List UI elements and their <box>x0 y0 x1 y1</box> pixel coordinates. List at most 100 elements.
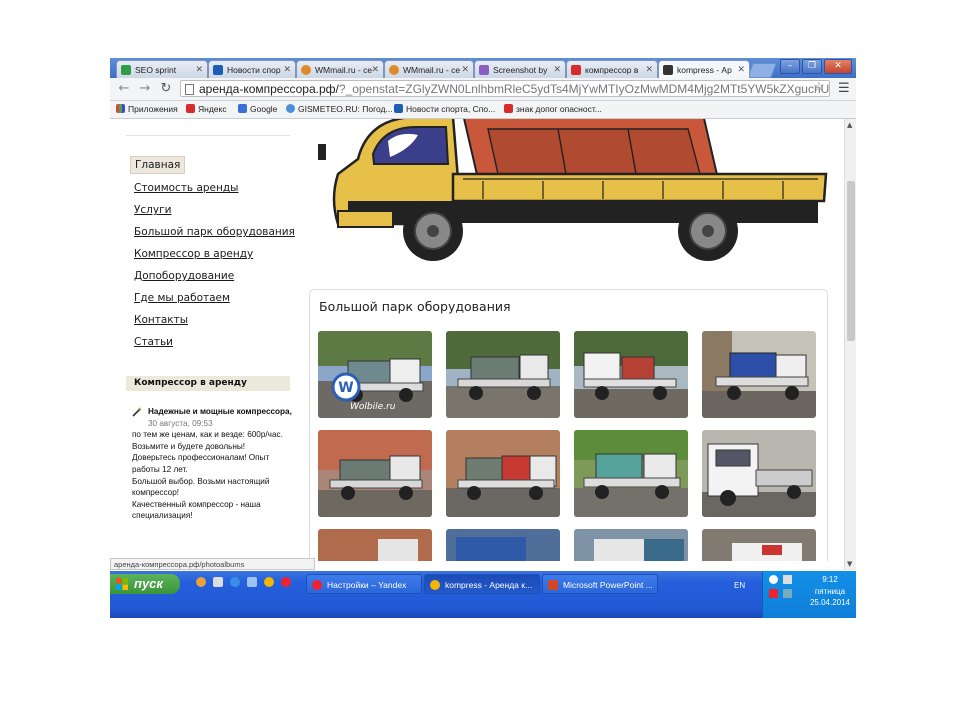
chrome-icon <box>430 580 440 590</box>
menu-item-extra-equipment[interactable]: Допоборудование <box>134 268 296 284</box>
yandex-icon <box>186 104 195 113</box>
clock[interactable]: 9:12 пятница 25.04.2014 <box>803 574 856 609</box>
bookmark-znak[interactable]: знак допог опасност... <box>504 104 602 114</box>
powerpoint-icon <box>548 580 558 590</box>
gallery-photo[interactable] <box>574 331 688 418</box>
close-tab-icon[interactable]: ✕ <box>195 64 203 75</box>
bookmark-star-icon[interactable]: ☆ <box>813 80 825 95</box>
tab-kompress-active[interactable]: kompress - Ар ✕ <box>658 60 750 78</box>
forward-arrow-icon[interactable]: → <box>137 81 153 97</box>
back-arrow-icon[interactable]: ← <box>116 81 132 97</box>
gallery-photo[interactable]: W Wolbile.ru <box>318 331 432 418</box>
task-label: Microsoft PowerPoint ... <box>563 580 653 590</box>
close-tab-icon[interactable]: ✕ <box>553 64 561 75</box>
close-tab-icon[interactable]: ✕ <box>283 64 291 75</box>
language-indicator[interactable]: EN <box>734 581 745 590</box>
close-tab-icon[interactable]: ✕ <box>645 64 653 75</box>
minimize-button[interactable]: – <box>780 59 800 74</box>
yandex-icon <box>504 104 513 113</box>
tab-kompressor[interactable]: компрессор в ✕ <box>566 60 658 78</box>
menu-item-equipment-fleet[interactable]: Большой парк оборудования <box>134 224 296 240</box>
equipment-gallery: Большой парк оборудования W Wolbile.ru <box>309 289 828 561</box>
reload-icon[interactable]: ↻ <box>158 81 174 97</box>
bookmark-sport-news[interactable]: Новости спорта, Спо... <box>394 104 495 114</box>
scroll-up-icon[interactable]: ▲ <box>847 121 852 129</box>
bookmark-google[interactable]: Google <box>238 104 277 114</box>
pen-icon <box>663 65 673 75</box>
news-line: Качественный компрессор - наша <box>132 499 261 509</box>
gallery-photo[interactable] <box>318 529 432 561</box>
address-host: аренда-компрессора.рф/ <box>199 82 339 96</box>
clock-date: 25.04.2014 <box>809 598 851 607</box>
gallery-photo[interactable] <box>574 430 688 517</box>
close-window-button[interactable]: ✕ <box>824 59 852 74</box>
taskbar-item-chrome[interactable]: kompress - Аренда к... <box>424 574 540 594</box>
tab-wmmail-2[interactable]: WMmail.ru - се ✕ <box>384 60 474 78</box>
gallery-photo[interactable] <box>574 529 688 561</box>
gallery-photo[interactable] <box>446 331 560 418</box>
news-item: Надежные и мощные компрессора, 30 август… <box>132 406 292 522</box>
quicklaunch-desktop-icon[interactable] <box>247 577 257 587</box>
quicklaunch-yandex-icon[interactable] <box>281 577 291 587</box>
bookmark-yandex[interactable]: Яндекс <box>186 104 227 114</box>
tab-seo-sprint[interactable]: SEO sprint ✕ <box>116 60 208 78</box>
close-tab-icon[interactable]: ✕ <box>461 64 469 75</box>
seosprint-icon <box>121 65 131 75</box>
close-tab-icon[interactable]: ✕ <box>371 64 379 75</box>
watermark-logo: W <box>338 380 353 396</box>
taskbar-item-powerpoint[interactable]: Microsoft PowerPoint ... <box>542 574 658 594</box>
menu-item-where-we-work[interactable]: Где мы работаем <box>134 290 296 306</box>
new-tab-button[interactable] <box>747 63 777 78</box>
bookmark-label: знак допог опасност... <box>516 104 602 114</box>
quicklaunch-media-icon[interactable] <box>213 577 223 587</box>
browser-toolbar: ← → ↻ аренда-компрессора.рф/?_openstat=Z… <box>110 78 856 101</box>
bookmark-apps[interactable]: Приложения <box>116 104 178 114</box>
pen-icon <box>132 407 142 417</box>
tray-antivirus-icon[interactable] <box>769 589 778 598</box>
gallery-photo[interactable] <box>702 430 816 517</box>
menu-item-articles[interactable]: Статьи <box>134 334 296 350</box>
bookmarks-bar: Приложения Яндекс Google GISMETEO.RU: По… <box>110 101 856 119</box>
tab-bar: SEO sprint ✕ Новости спор ✕ WMmail.ru - … <box>110 58 856 78</box>
close-tab-icon[interactable]: ✕ <box>737 64 745 75</box>
news-headline[interactable]: Надежные и мощные компрессора, <box>148 406 292 418</box>
pen-icon <box>479 65 489 75</box>
bookmark-label: GISMETEO.RU: Погод... <box>298 104 393 114</box>
tray-app-icon[interactable] <box>769 575 778 584</box>
menu-item-rental-cost[interactable]: Стоимость аренды <box>134 180 296 196</box>
news-line: специализация! <box>132 511 193 521</box>
network-icon[interactable] <box>783 589 792 598</box>
start-button[interactable]: пуск <box>110 574 180 594</box>
quicklaunch-ie-icon[interactable] <box>230 577 240 587</box>
gallery-photo[interactable] <box>702 331 816 418</box>
system-tray: 9:12 пятница 25.04.2014 <box>762 571 856 618</box>
restore-button[interactable]: ❐ <box>802 59 822 74</box>
windows-taskbar: пуск Настройки – Yandex kompress - Аренд… <box>110 571 856 618</box>
tab-wmmail-1[interactable]: WMmail.ru - се ✕ <box>296 60 384 78</box>
page-icon <box>185 84 194 95</box>
gallery-photo[interactable] <box>446 430 560 517</box>
menu-item-home[interactable]: Главная <box>130 156 186 175</box>
volume-icon[interactable] <box>783 575 792 584</box>
gismeteo-icon <box>286 104 295 113</box>
menu-icon[interactable]: ☰ <box>838 81 850 96</box>
tab-label: компрессор в <box>585 65 639 75</box>
gallery-photo[interactable] <box>446 529 560 561</box>
bookmark-label: Новости спорта, Спо... <box>406 104 496 114</box>
tab-news[interactable]: Новости спор ✕ <box>208 60 296 78</box>
gallery-photo[interactable] <box>318 430 432 517</box>
menu-item-services[interactable]: Услуги <box>134 202 296 218</box>
taskbar-item-yandex-settings[interactable]: Настройки – Yandex <box>306 574 422 594</box>
bookmark-gismeteo[interactable]: GISMETEO.RU: Погод... <box>286 104 393 114</box>
page-scrollbar[interactable]: ▲ ▼ <box>844 119 856 570</box>
menu-item-compressor-rental[interactable]: Компрессор в аренду <box>134 246 296 262</box>
tab-screenshot[interactable]: Screenshot by ✕ <box>474 60 566 78</box>
gallery-photo[interactable] <box>702 529 816 561</box>
address-bar[interactable]: аренда-компрессора.рф/?_openstat=ZGlyZWN… <box>180 80 830 97</box>
quicklaunch-aimp-icon[interactable] <box>196 577 206 587</box>
scrollbar-thumb[interactable] <box>847 181 855 341</box>
clock-weekday: пятница <box>814 586 846 596</box>
menu-item-contacts[interactable]: Контакты <box>134 312 296 328</box>
scroll-down-icon[interactable]: ▼ <box>847 560 852 568</box>
quicklaunch-chrome-icon[interactable] <box>264 577 274 587</box>
